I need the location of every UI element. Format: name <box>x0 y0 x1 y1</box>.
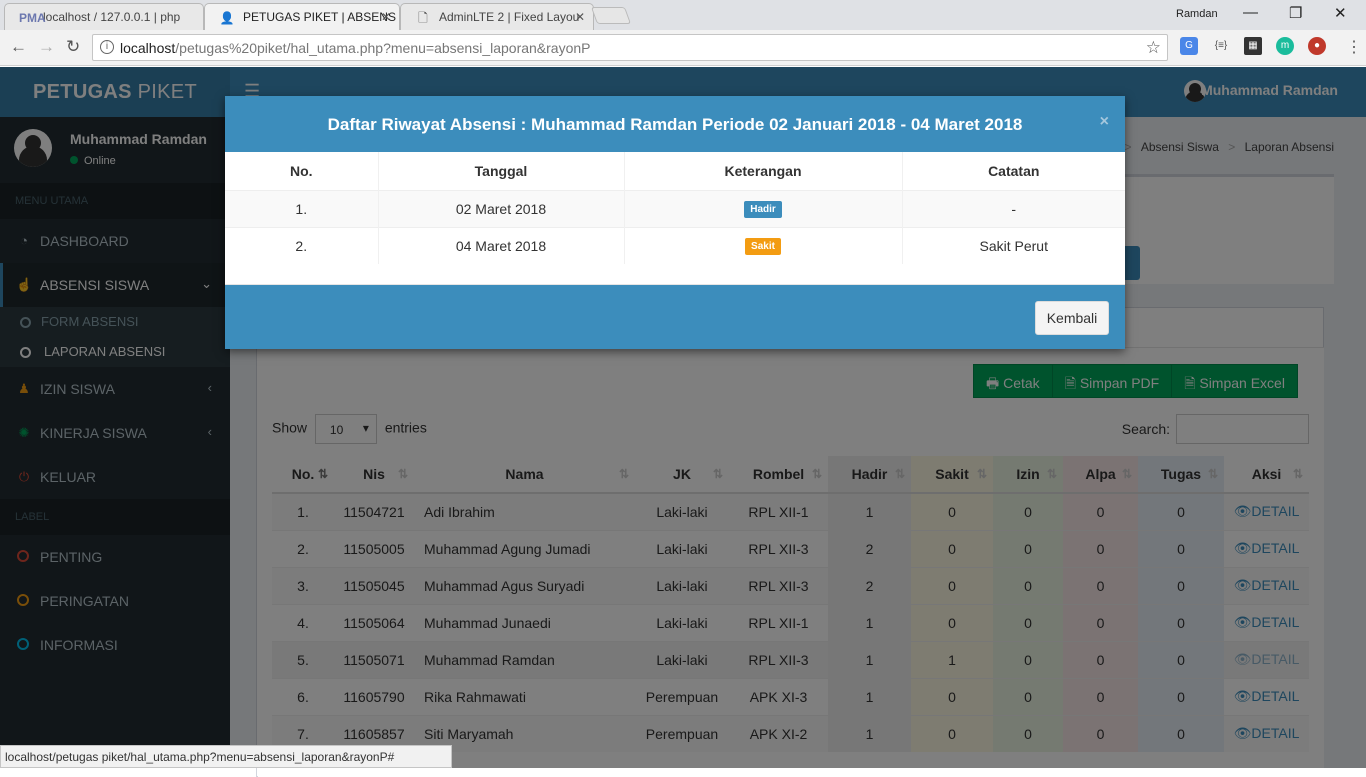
new-tab-button[interactable] <box>590 7 632 24</box>
user-icon: 👤 <box>219 11 235 25</box>
minimize-icon[interactable]: — <box>1243 4 1258 21</box>
close-tab-icon[interactable]: ✕ <box>381 10 391 24</box>
modal-header: Daftar Riwayat Absensi : Muhammad Ramdan… <box>225 96 1125 152</box>
bookmark-star-icon[interactable]: ☆ <box>1146 38 1161 58</box>
table-row: 2. 04 Maret 2018 Sakit Sakit Perut <box>225 226 1125 264</box>
modal-footer: Kembali <box>225 284 1125 349</box>
browser-tab-phpmyadmin[interactable]: PMA localhost / 127.0.0.1 | php <box>4 3 204 30</box>
browser-tab-adminlte[interactable]: 🗋 AdminLTE 2 | Fixed Layou ✕ <box>400 3 594 30</box>
back-icon[interactable]: ← <box>10 37 27 57</box>
close-icon[interactable]: × <box>1100 113 1109 131</box>
qr-code-icon[interactable]: ▦ <box>1244 37 1262 55</box>
reload-icon[interactable]: ↻ <box>66 37 80 57</box>
browser-toolbar: ← → ↻ i localhost/petugas%20piket/hal_ut… <box>0 30 1366 66</box>
extension-color-icon[interactable]: ● <box>1308 37 1326 55</box>
browser-profile-name[interactable]: Ramdan <box>1176 8 1218 20</box>
status-badge: Sakit <box>745 238 781 256</box>
restore-icon[interactable]: ❐ <box>1289 4 1302 22</box>
document-icon: 🗋 <box>418 11 428 25</box>
extension-m-icon[interactable]: m <box>1276 37 1294 55</box>
forward-icon[interactable]: → <box>38 37 55 57</box>
col-header-catatan: Catatan <box>988 162 1040 179</box>
attendance-history-table: No. Tanggal Keterangan Catatan 1. 02 Mar… <box>225 152 1125 264</box>
menu-kebab-icon[interactable]: ⋮ <box>1346 37 1362 57</box>
phpmyadmin-icon: PMA <box>19 11 46 25</box>
modal-title: Daftar Riwayat Absensi : Muhammad Ramdan… <box>327 115 1023 134</box>
close-window-icon[interactable]: ✕ <box>1334 4 1347 22</box>
browser-tab-strip: PMA localhost / 127.0.0.1 | php 👤 PETUGA… <box>0 0 1366 30</box>
back-button[interactable]: Kembali <box>1035 301 1109 335</box>
browser-status-bar: localhost/petugas piket/hal_utama.php?me… <box>0 745 452 768</box>
json-viewer-icon[interactable]: {≡} <box>1212 37 1230 55</box>
info-icon[interactable]: i <box>100 40 114 54</box>
col-header-tanggal: Tanggal <box>378 152 625 190</box>
translate-icon[interactable]: G <box>1180 37 1198 55</box>
status-badge: Hadir <box>744 201 782 218</box>
close-tab-icon[interactable]: ✕ <box>575 10 585 24</box>
table-header-row: No. Tanggal Keterangan Catatan <box>225 152 1125 190</box>
address-bar[interactable]: i localhost/petugas%20piket/hal_utama.ph… <box>92 34 1168 61</box>
table-row: 1. 02 Maret 2018 Hadir - <box>225 189 1125 227</box>
browser-tab-petugas-piket[interactable]: 👤 PETUGAS PIKET | ABSENS ✕ <box>204 3 400 30</box>
attendance-history-modal: Daftar Riwayat Absensi : Muhammad Ramdan… <box>225 96 1125 349</box>
col-header-keterangan: Keterangan <box>624 152 903 190</box>
col-header-no: No. <box>225 152 379 190</box>
